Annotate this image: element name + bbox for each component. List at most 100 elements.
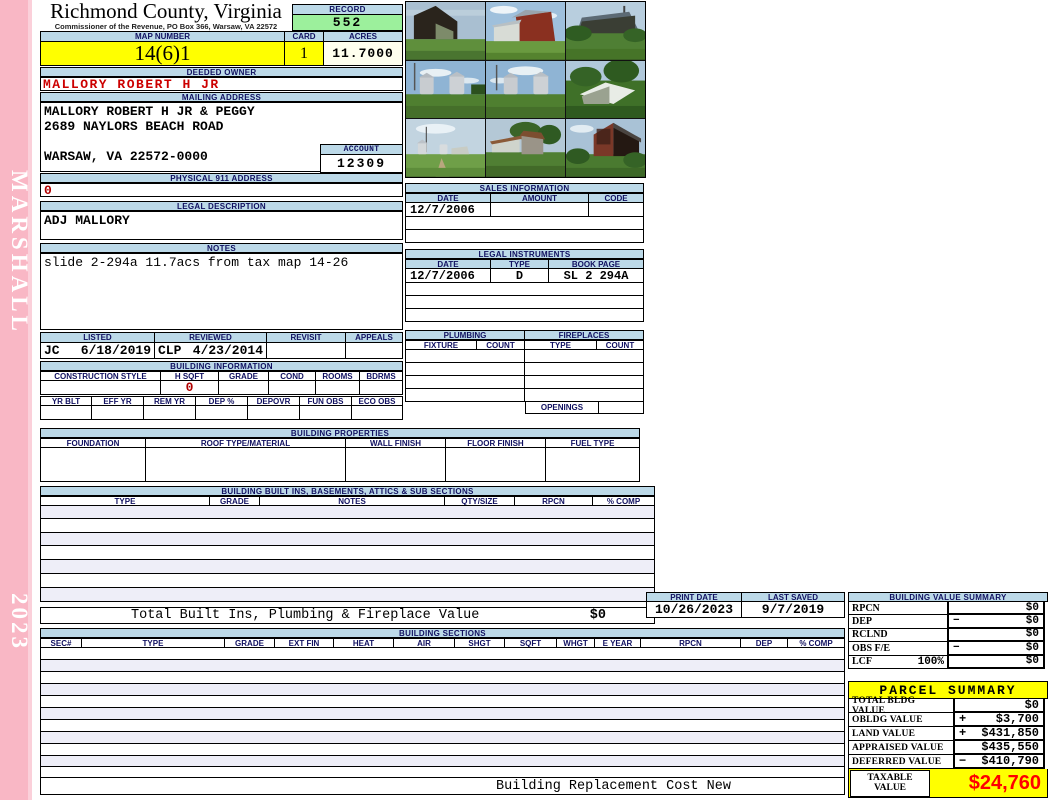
empty-row [40,546,655,560]
bs-hdr-sec: SEC# [40,638,82,648]
empty-row [40,672,845,684]
building-sections-title: BUILDING SECTIONS [40,628,845,638]
bvs-obs-op: − [953,641,960,654]
empty-row [40,588,655,602]
photo-barn-behind-brush [566,2,645,60]
taxable-label-line1: TAXABLE [867,773,913,783]
hdr-hsqft: H SQFT [161,371,219,381]
ps-land-value: $431,850 [981,726,1039,740]
parcel-summary: PARCEL SUMMARY TOTAL BLDG VALUE $0 OBLDG… [848,681,1048,798]
sales-code [589,203,644,217]
instr-date: 12/7/2006 [405,269,491,283]
bs-hdr-rpcn: RPCN [641,638,741,648]
taxable-value: $24,760 [968,771,1041,794]
bvs-dep-label: DEP [852,616,872,628]
listed-header: LISTED [40,332,155,343]
instr-header-date: DATE [405,259,491,269]
legal-instruments: LEGAL INSTRUMENTS DATE TYPE BOOK PAGE 12… [405,249,644,322]
bvs-dep-op: − [953,615,960,628]
empty-row [40,533,655,546]
bvs-lcf-label: LCF [852,656,872,668]
fireplaces-title: FIREPLACES [525,330,644,340]
hdr-remyr: REM YR [144,396,196,406]
building-information: BUILDING INFORMATION CONSTRUCTION STYLE … [40,361,403,420]
plumbing-fireplaces: PLUMBING FIREPLACES FIXTURE COUNT TYPE C… [405,330,644,414]
empty-row [40,648,845,660]
bs-hdr-comp: % COMP [788,638,845,648]
empty-row [40,506,655,519]
reviewed-header: REVIEWED [155,332,267,343]
plumbing-header-count: COUNT [477,340,525,350]
last-saved-value: 9/7/2019 [742,602,845,618]
bvs-lcf-value: $0 [1025,655,1039,668]
fireplaces-header-count: COUNT [597,340,644,350]
listed-date: 6/18/2019 [80,343,151,358]
built-ins-total-label: Total Built Ins, Plumbing & Fireplace Va… [131,608,480,623]
county-header: Richmond County, Virginia Commissioner o… [40,0,292,31]
property-photos [405,1,646,178]
map-number-value: 14(6)1 [40,42,285,66]
card-value: 1 [285,42,324,66]
acres-label: ACRES [324,31,403,42]
review-table: LISTED REVIEWED REVISIT APPEALS JC 6/18/… [40,332,403,359]
deeded-owner-value: MALLORY ROBERT H JR [40,77,403,91]
property-record-card: MARSHALL 2023 Richmond County, Virginia … [0,0,1050,800]
physical-address-label: PHYSICAL 911 ADDRESS [40,173,403,183]
reviewed-by: CLP [158,343,182,358]
bvs-rclnd-value: $0 [1025,628,1039,641]
empty-row [405,283,644,296]
building-info-title: BUILDING INFORMATION [40,361,403,371]
bi-hdr-grade: GRADE [210,496,260,506]
empty-row [405,296,644,309]
sales-header-code: CODE [589,193,644,203]
last-saved-label: LAST SAVED [742,592,845,602]
ps-deferred-op: − [959,754,967,768]
bvs-title: BUILDING VALUE SUMMARY [848,592,1048,602]
notes-label: NOTES [40,243,403,253]
bs-hdr-grade: GRADE [225,638,275,648]
bi-hdr-notes: NOTES [260,496,445,506]
openings-label: OPENINGS [525,402,599,414]
bi-hdr-comp: % COMP [593,496,655,506]
empty-row [40,519,655,533]
bvs-rpcn-label: RPCN [852,602,880,614]
bs-hdr-shgt: SHGT [455,638,505,648]
bs-hdr-eyear: E YEAR [595,638,641,648]
building-sections: BUILDING SECTIONS SEC# TYPE GRADE EXT FI… [40,628,845,795]
photo-white-roof-barn-foliage [566,60,645,119]
hdr-bdrms: BDRMS [360,371,403,381]
sales-amount [491,203,589,217]
photo-rusty-roof-sheds [486,119,565,177]
instr-header-type: TYPE [491,259,549,269]
ps-deferred-label: DEFERRED VALUE [848,755,954,769]
building-value-summary: BUILDING VALUE SUMMARY RPCN $0 DEP − $0 R… [848,592,1048,669]
ps-appraised-value: $435,550 [981,740,1039,754]
bi-hdr-qty: QTY/SIZE [445,496,515,506]
instruments-title: LEGAL INSTRUMENTS [405,249,644,259]
empty-row [40,684,845,696]
empty-row [40,767,845,778]
hdr-construction-style: CONSTRUCTION STYLE [40,371,161,381]
empty-row [40,744,845,756]
photo-twin-grain-silos-2 [486,60,565,119]
county-title: Richmond County, Virginia [50,0,282,23]
building-properties: BUILDING PROPERTIES FOUNDATION ROOF TYPE… [40,428,640,482]
district-label: MARSHALL [7,170,32,335]
bvs-dep-value: $0 [1025,615,1039,628]
taxable-row: TAXABLE VALUE $24,760 [848,769,1048,798]
print-date-label: PRINT DATE [646,592,742,602]
sales-information: SALES INFORMATION DATE AMOUNT CODE 12/7/… [405,183,644,243]
building-properties-title: BUILDING PROPERTIES [40,428,640,438]
year-strip-edge [28,0,32,800]
record-box: RECORD 552 [292,4,403,31]
empty-row [405,309,644,322]
appeals-value [346,343,403,359]
empty-row [40,732,845,744]
ps-obldg-label: OBLDG VALUE [848,713,954,727]
photo-brick-barn-open-bay [566,119,645,177]
acres-value: 11.7000 [324,42,403,66]
built-ins-section: BUILDING BUILT INS, BASEMENTS, ATTICS & … [40,486,655,624]
built-ins-total-value: $0 [589,608,606,623]
hdr-floor-finish: FLOOR FINISH [446,438,546,448]
mailing-address-box: MALLORY ROBERT H JR & PEGGY 2689 NAYLORS… [40,102,403,173]
